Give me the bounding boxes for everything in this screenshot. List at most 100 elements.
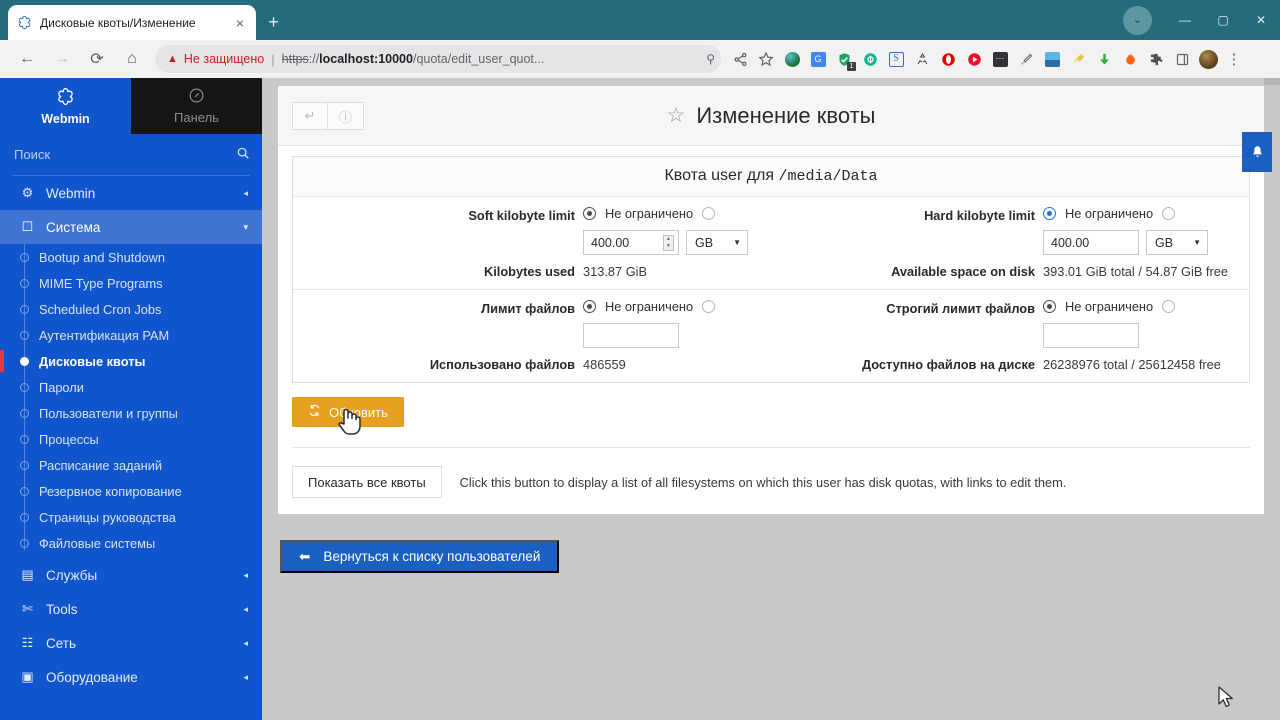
profile-avatar[interactable]: [1195, 44, 1221, 74]
reload-button[interactable]: ⟳: [82, 44, 112, 74]
checkmark-shield-extension-icon[interactable]: 1: [831, 44, 857, 74]
soft-limit-unlimited-radio[interactable]: [583, 207, 596, 220]
color-picker-extension-icon[interactable]: [1013, 44, 1039, 74]
soft-limit-value-input[interactable]: 400.00 ▲ ▼: [583, 230, 679, 255]
soft-limit-unit-select[interactable]: GB ▼: [686, 230, 748, 255]
omnibox-separator: |: [271, 51, 275, 67]
new-tab-button[interactable]: +: [260, 9, 287, 36]
browser-window: Дисковые квоты/Изменение × + ⌄ — ▢ ✕ ← →…: [0, 0, 1280, 720]
globe-extension-icon[interactable]: [779, 44, 805, 74]
file-limit-value-input[interactable]: [583, 323, 679, 348]
sidebar-item-scheduled-cron-jobs[interactable]: Scheduled Cron Jobs: [0, 296, 262, 322]
opera-extension-icon[interactable]: [935, 44, 961, 74]
hard-file-limit-label: Строгий лимит файлов: [886, 301, 1035, 316]
hard-file-limit-value-input[interactable]: [1043, 323, 1139, 348]
files-used-value: 486559: [583, 357, 626, 372]
bullet-icon: [20, 278, 29, 288]
sidebar-group-system[interactable]: ☐ Система ▾: [0, 210, 262, 244]
soft-kilobyte-limit-label: Soft kilobyte limit: [468, 208, 575, 223]
window-close-button[interactable]: ✕: [1242, 0, 1280, 40]
browser-tab-strip: Дисковые квоты/Изменение × + ⌄ — ▢ ✕: [0, 0, 1280, 40]
chevron-down-icon: ▼: [1193, 238, 1201, 247]
number-spinner-icon[interactable]: ▲ ▼: [663, 235, 674, 251]
hard-limit-unlimited-label: Не ограничено: [1065, 206, 1154, 221]
sidebar-item-mime-type-programs[interactable]: MIME Type Programs: [0, 270, 262, 296]
return-arrow-icon[interactable]: ↵: [292, 102, 328, 130]
forward-button[interactable]: →: [47, 44, 77, 74]
favorite-star-icon[interactable]: ☆: [667, 103, 686, 128]
sidebar-item-pam-authentication[interactable]: Аутентификация PAM: [0, 322, 262, 348]
chrome-menu-icon[interactable]: ⋮: [1221, 44, 1247, 74]
close-icon[interactable]: ×: [232, 15, 248, 31]
update-button[interactable]: Обновить: [292, 397, 404, 427]
sidebar-item-label: Bootup and Shutdown: [39, 249, 165, 265]
screenshot-extension-icon[interactable]: [1039, 44, 1065, 74]
url-host: localhost:10000: [319, 52, 413, 66]
sidebar-item-manual-pages[interactable]: Страницы руководства: [0, 504, 262, 530]
sidebar-tab-webmin[interactable]: Webmin: [0, 78, 131, 134]
minimize-button[interactable]: —: [1166, 0, 1204, 40]
s-extension-icon[interactable]: S: [883, 44, 909, 74]
sidebar-item-passwords[interactable]: Пароли: [0, 374, 262, 400]
back-button[interactable]: ←: [12, 44, 42, 74]
soft-limit-value-text: 400.00: [591, 235, 630, 250]
sidebar-item-job-schedule[interactable]: Расписание заданий: [0, 452, 262, 478]
sync-extension-icon[interactable]: [857, 44, 883, 74]
hard-limit-value-input[interactable]: 400.00: [1043, 230, 1139, 255]
puzzle-extensions-icon[interactable]: [1143, 44, 1169, 74]
dots-grid-extension-icon[interactable]: ⋯: [987, 44, 1013, 74]
sidebar-group-hardware[interactable]: ▣ Оборудование ◂: [0, 660, 262, 694]
hard-limit-value-text: 400.00: [1051, 235, 1090, 250]
file-limit-unlimited-label: Не ограничено: [605, 299, 694, 314]
google-translate-extension-icon[interactable]: G: [805, 44, 831, 74]
browser-tab[interactable]: Дисковые квоты/Изменение ×: [8, 5, 256, 40]
bookmark-star-icon[interactable]: [753, 44, 779, 74]
search-input[interactable]: [12, 146, 236, 163]
sidebar-item-processes[interactable]: Процессы: [0, 426, 262, 452]
sidebar-item-backup[interactable]: Резервное копирование: [0, 478, 262, 504]
sidebar-group-tools-label: Tools: [46, 601, 78, 617]
sidebar-group-services[interactable]: ▤ Службы ◂: [0, 558, 262, 592]
sidebar-search[interactable]: [12, 134, 250, 176]
quota-row-kilobyte-limits: Soft kilobyte limit Не ограничено 400.00…: [293, 197, 1249, 290]
fire-extension-icon[interactable]: [1117, 44, 1143, 74]
password-key-icon[interactable]: ⚲: [706, 52, 715, 66]
chevron-down-icon[interactable]: ⌄: [1123, 5, 1152, 35]
sidebar-item-bootup-shutdown[interactable]: Bootup and Shutdown: [0, 244, 262, 270]
home-button[interactable]: ⌂: [117, 44, 147, 74]
maximize-button[interactable]: ▢: [1204, 0, 1242, 40]
broom-extension-icon[interactable]: [1065, 44, 1091, 74]
sidebar-item-filesystems[interactable]: Файловые системы: [0, 530, 262, 556]
sidebar-tab-panel[interactable]: Панель: [131, 78, 262, 134]
hard-file-limit-unlimited-radio[interactable]: [1043, 300, 1056, 313]
download-extension-icon[interactable]: [1091, 44, 1117, 74]
scrollbar[interactable]: [1264, 78, 1280, 85]
sidebar-tab-webmin-label: Webmin: [41, 111, 90, 126]
video-player-extension-icon[interactable]: [961, 44, 987, 74]
sidebar-group-webmin[interactable]: ⚙ Webmin ◂: [0, 176, 262, 210]
recycle-extension-icon[interactable]: [909, 44, 935, 74]
soft-limit-custom-radio[interactable]: [702, 207, 716, 220]
chevron-left-icon: ◂: [243, 603, 248, 614]
webmin-sidebar: Webmin Панель ⚙ Webmin ◂: [0, 78, 262, 720]
return-to-user-list-button[interactable]: ⬅ Вернуться к списку пользователей: [280, 540, 560, 573]
sidebar-item-disk-quotas[interactable]: Дисковые квоты: [0, 348, 262, 374]
address-bar[interactable]: ▲ Не защищено | https://localhost:10000/…: [155, 45, 721, 73]
sidebar-group-tools[interactable]: ✄ Tools ◂: [0, 592, 262, 626]
hard-limit-unit-select[interactable]: GB ▼: [1146, 230, 1208, 255]
file-limit-unlimited-radio[interactable]: [583, 300, 596, 313]
search-icon[interactable]: [236, 146, 250, 163]
hard-file-limit-custom-radio[interactable]: [1162, 300, 1176, 313]
share-icon[interactable]: [727, 44, 753, 74]
sidebar-group-network[interactable]: ☷ Сеть ◂: [0, 626, 262, 660]
notification-bell-icon[interactable]: [1242, 132, 1272, 172]
show-all-quotas-button[interactable]: Показать все квоты: [292, 466, 442, 498]
server-icon: ▤: [21, 567, 34, 582]
hard-limit-custom-radio[interactable]: [1162, 207, 1176, 220]
hard-limit-unlimited-radio[interactable]: [1043, 207, 1056, 220]
sidebar-item-label: Резервное копирование: [39, 483, 182, 499]
help-question-icon[interactable]: ⓘ: [328, 102, 364, 130]
file-limit-custom-radio[interactable]: [702, 300, 716, 313]
side-panel-icon[interactable]: [1169, 44, 1195, 74]
sidebar-item-users-and-groups[interactable]: Пользователи и группы: [0, 400, 262, 426]
